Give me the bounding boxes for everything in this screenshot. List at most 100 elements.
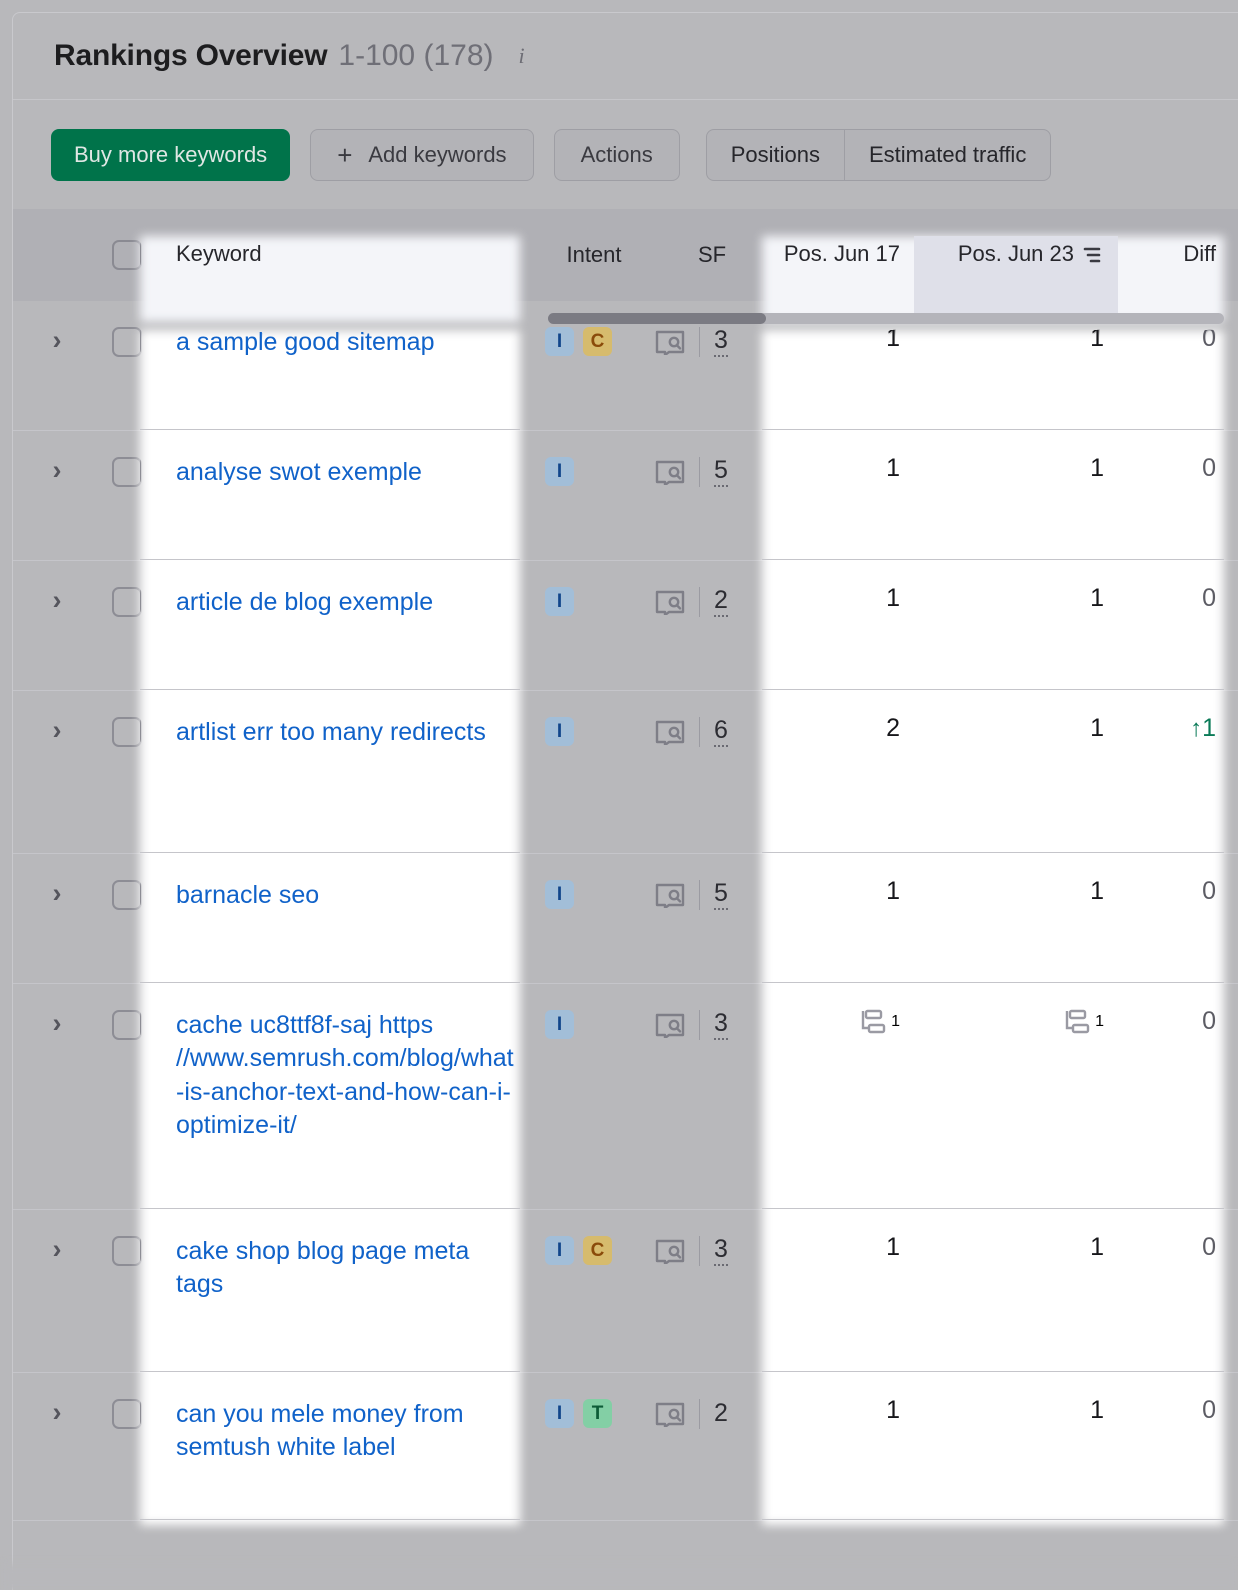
table-row[interactable]: › artlist err too many redirects I 6 2 1 ↑1 [13,691,1238,854]
row-select-cell[interactable] [101,1373,153,1520]
intent-cell: I [535,691,653,853]
row-checkbox[interactable] [112,1236,142,1266]
intent-badge-i[interactable]: I [545,880,574,909]
row-select-cell[interactable] [101,431,153,560]
table-row[interactable]: › barnacle seo I 5 1 1 0 [13,854,1238,984]
intent-cell: I [535,431,653,560]
horizontal-scrollbar-thumb[interactable] [548,313,766,324]
keyword-cell[interactable]: barnacle seo [153,854,535,983]
row-checkbox[interactable] [112,880,142,910]
keyword-cell[interactable]: analyse swot exemple [153,431,535,560]
row-select-cell[interactable] [101,561,153,690]
expand-row-cell[interactable]: › [13,691,101,853]
sf-count: 3 [714,1010,728,1040]
sf-cell[interactable]: 3 [653,984,771,1209]
chevron-right-icon: › [52,585,62,615]
row-select-cell[interactable] [101,691,153,853]
sf-cell[interactable]: 2 [653,1373,771,1520]
sf-cell[interactable]: 5 [653,431,771,560]
sf-count: 3 [714,327,728,357]
table-row[interactable]: › cake shop blog page meta tags IC 3 1 1 0 [13,1210,1238,1373]
header-pos-prev[interactable]: Pos. Jun 17 [771,209,923,301]
row-select-cell[interactable] [101,1210,153,1372]
keyword-cell[interactable]: cake shop blog page meta tags [153,1210,535,1372]
sf-count: 3 [714,1236,728,1266]
header-diff[interactable]: Diff [1127,209,1238,301]
pos-prev-cell: 1 [771,854,923,983]
diff-value: 0 [1203,1234,1217,1262]
row-select-cell[interactable] [101,301,153,430]
row-checkbox[interactable] [112,457,142,487]
intent-badge-i[interactable]: I [545,587,574,616]
header-keyword[interactable]: Keyword [153,209,535,301]
row-checkbox[interactable] [112,1399,142,1429]
tab-estimated-traffic[interactable]: Estimated traffic [844,129,1050,180]
keyword-cell[interactable]: article de blog exemple [153,561,535,690]
expand-row-cell[interactable]: › [13,984,101,1209]
keyword-cell[interactable]: a sample good sitemap [153,301,535,430]
tab-positions[interactable]: Positions [707,130,844,180]
pos-curr-cell: 1 [923,984,1127,1209]
sf-count: 2 [714,1398,728,1427]
sf-cell[interactable]: 6 [653,691,771,853]
pos-curr-cell: 1 [923,691,1127,853]
pos-curr-cell: 1 [923,431,1127,560]
add-keywords-button[interactable]: + Add keywords [310,128,534,181]
sf-count: 2 [714,587,728,617]
header-intent[interactable]: Intent [535,209,653,301]
info-icon[interactable]: i [514,43,530,68]
keyword-cell[interactable]: artlist err too many redirects [153,691,535,853]
sf-count: 5 [714,457,728,487]
select-all-cell[interactable] [101,209,153,301]
expand-row-cell[interactable]: › [13,854,101,983]
chevron-right-icon: › [52,1008,62,1038]
row-checkbox[interactable] [112,1010,142,1040]
keyword-cell[interactable]: can you mele money from semtush white la… [153,1373,535,1520]
sf-cell[interactable]: 5 [653,854,771,983]
intent-badge-i[interactable]: I [545,327,574,356]
pos-curr-cell: 1 [923,1373,1127,1520]
expand-row-cell[interactable]: › [13,1373,101,1520]
chevron-right-icon: › [52,715,62,745]
arrow-up-icon: ↑ [1191,716,1204,743]
row-checkbox[interactable] [112,587,142,617]
header-sf[interactable]: SF [653,209,771,301]
intent-badge-c[interactable]: C [583,1236,612,1265]
keyword-cell[interactable]: cache uc8ttf8f-saj https //www.semrush.c… [153,984,535,1209]
position-curr-value: 1 [1091,715,1105,743]
keyword-link: cake shop blog page meta tags [177,1238,471,1300]
intent-badge-i[interactable]: I [545,1010,574,1039]
sf-cell[interactable]: 3 [653,1210,771,1372]
expand-row-cell[interactable]: › [13,431,101,560]
intent-badge-c[interactable]: C [583,327,612,356]
row-checkbox[interactable] [112,327,142,357]
table-row[interactable]: › article de blog exemple I 2 1 1 0 [13,561,1238,691]
position-prev-value: 1 [771,1010,923,1036]
intent-badge-i[interactable]: I [545,1399,574,1428]
expand-row-cell[interactable]: › [13,561,101,690]
serp-feature-icon [655,1401,685,1429]
row-select-cell[interactable] [101,984,153,1209]
expand-row-cell[interactable]: › [13,1210,101,1372]
row-select-cell[interactable] [101,854,153,983]
row-checkbox[interactable] [112,717,142,747]
position-prev-value: 2 [887,715,901,743]
table-row[interactable]: › cache uc8ttf8f-saj https //www.semrush.… [13,984,1238,1210]
table-row[interactable]: › can you mele money from semtush white l… [13,1373,1238,1521]
buy-more-keywords-button[interactable]: Buy more keywords [51,128,291,181]
intent-badge-i[interactable]: I [545,457,574,486]
intent-badge-t[interactable]: T [583,1399,612,1428]
header-pos-curr[interactable]: Pos. Jun 23 [923,209,1127,301]
position-prev-value: 1 [887,455,901,483]
page-title: Rankings Overview [54,39,328,72]
sort-descending-icon[interactable] [1083,247,1105,265]
select-all-checkbox[interactable] [112,240,142,270]
intent-badge-i[interactable]: I [545,1236,574,1265]
actions-button[interactable]: Actions [553,128,680,181]
diff-value: 0 [1203,1397,1217,1425]
expand-row-cell[interactable]: › [13,301,101,430]
sf-cell[interactable]: 2 [653,561,771,690]
table-row[interactable]: › analyse swot exemple I 5 1 1 0 [13,431,1238,561]
pos-curr-cell: 1 [923,1210,1127,1372]
intent-badge-i[interactable]: I [545,717,574,746]
